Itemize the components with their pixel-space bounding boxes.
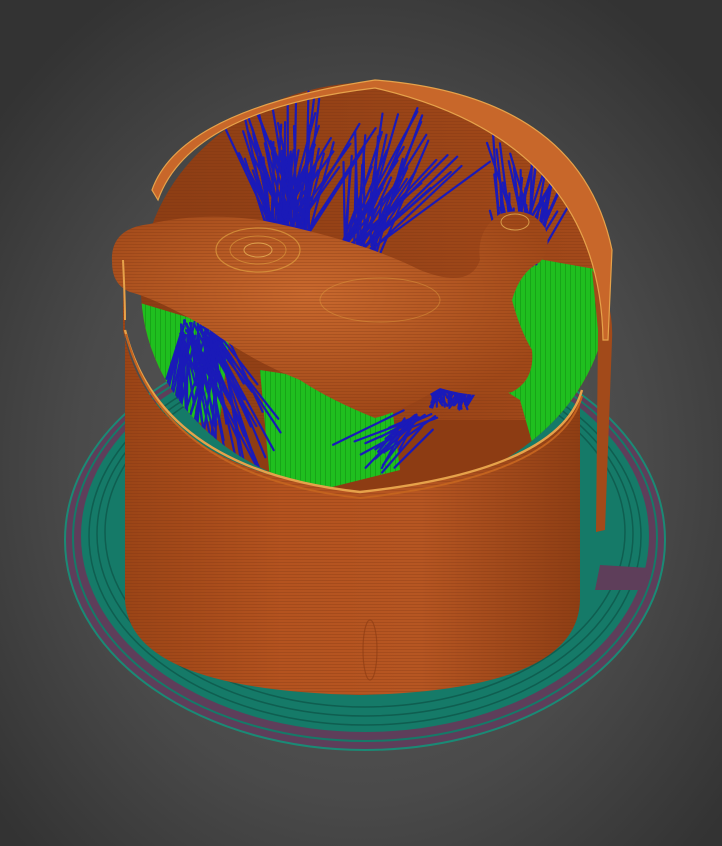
3d-preview-viewport[interactable] xyxy=(0,0,722,846)
sliced-model-scene[interactable] xyxy=(0,0,722,846)
